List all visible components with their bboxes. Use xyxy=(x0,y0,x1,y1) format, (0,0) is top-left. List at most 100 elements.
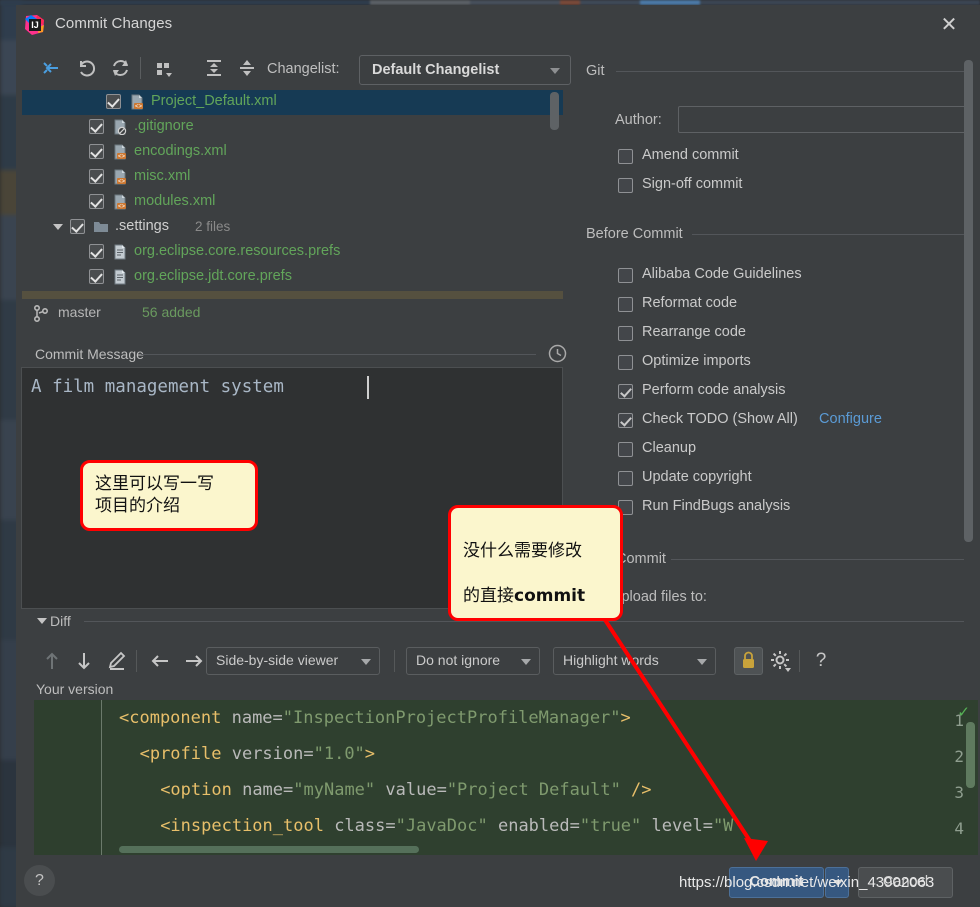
changed-files-tree[interactable]: <> Project_Default.xml .gitignore <> enc… xyxy=(22,90,563,295)
file-checkbox[interactable] xyxy=(70,219,85,234)
refresh-icon[interactable] xyxy=(108,56,134,80)
code-line: <component name="InspectionProjectProfil… xyxy=(119,708,631,728)
file-checkbox[interactable] xyxy=(106,94,121,109)
checkbox-label: Rearrange code xyxy=(642,324,746,340)
rollback-icon[interactable] xyxy=(74,56,100,80)
branch-status-bar: master 56 added xyxy=(33,303,574,325)
file-checkbox[interactable] xyxy=(89,244,104,259)
edit-source-icon[interactable] xyxy=(105,649,129,673)
table-row[interactable]: .gitignore xyxy=(22,115,563,140)
xml-file-icon: <> xyxy=(112,144,128,160)
checkbox-box[interactable] xyxy=(618,442,633,457)
svg-text:<>: <> xyxy=(135,104,143,110)
checkbox-label: Run FindBugs analysis xyxy=(642,498,791,514)
line-number-gutter xyxy=(34,700,101,855)
code-line: <inspection_tool class="JavaDoc" enabled… xyxy=(160,816,734,836)
commit-message-text: A film management system xyxy=(31,377,284,397)
highlight-mode-dropdown[interactable]: Highlight words xyxy=(553,647,716,675)
file-name: modules.xml xyxy=(134,193,216,209)
whitespace-value: Do not ignore xyxy=(416,652,501,668)
accept-left-icon[interactable] xyxy=(148,649,172,673)
collapse-all-icon[interactable] xyxy=(234,56,260,80)
commit-section-title: Commit xyxy=(616,551,666,567)
file-checkbox[interactable] xyxy=(89,119,104,134)
changelist-combobox[interactable]: Default Changelist xyxy=(359,55,571,85)
table-row[interactable]: <> misc.xml xyxy=(22,165,563,190)
table-row[interactable]: org.eclipse.core.resources.prefs xyxy=(22,240,563,265)
accept-right-icon[interactable] xyxy=(182,649,206,673)
commit-section-divider xyxy=(671,559,964,560)
table-row[interactable]: <> modules.xml xyxy=(22,190,563,215)
checkbox-box[interactable] xyxy=(618,297,633,312)
checkbox-box[interactable] xyxy=(618,268,633,283)
lock-icon[interactable] xyxy=(734,647,763,675)
viewer-mode-dropdown[interactable]: Side-by-side viewer xyxy=(206,647,380,675)
file-checkbox[interactable] xyxy=(89,269,104,284)
tree-scrollbar[interactable] xyxy=(550,92,559,130)
git-section-title: Git xyxy=(586,63,605,79)
checkbox-box[interactable] xyxy=(618,384,633,399)
checkbox-box[interactable] xyxy=(618,149,633,164)
toolbar-separator xyxy=(140,57,141,79)
checkbox-label: Check TODO (Show All) xyxy=(642,411,798,427)
group-by-icon[interactable] xyxy=(151,56,177,80)
table-row[interactable]: <> encodings.xml xyxy=(22,140,563,165)
table-row[interactable]: org.eclipse.jdt.core.prefs xyxy=(22,265,563,290)
watermark-url: https://blog.csdn.net/weixin_43902063 xyxy=(679,874,935,891)
expand-all-icon[interactable] xyxy=(201,56,227,80)
code-vertical-scrollbar[interactable] xyxy=(966,722,975,788)
close-icon[interactable]: ✕ xyxy=(936,13,962,37)
svg-text:IJ: IJ xyxy=(31,20,39,30)
gear-icon[interactable] xyxy=(769,649,793,673)
file-name: org.eclipse.core.resources.prefs xyxy=(134,243,341,259)
history-clock-icon[interactable] xyxy=(548,344,567,363)
checkbox-label: Reformat code xyxy=(642,295,738,311)
options-scrollbar[interactable] xyxy=(964,60,973,542)
git-branch-icon xyxy=(33,304,49,323)
diff-section-title: Diff xyxy=(50,613,71,629)
author-input[interactable] xyxy=(678,106,971,133)
table-row[interactable]: <> Project_Default.xml xyxy=(22,90,563,115)
folder-icon xyxy=(93,219,109,235)
tree-expander-icon[interactable] xyxy=(53,224,63,230)
highlight-mode-value: Highlight words xyxy=(563,652,659,668)
file-checkbox[interactable] xyxy=(89,144,104,159)
line-number: 4 xyxy=(954,819,964,838)
xml-file-icon: <> xyxy=(129,94,145,110)
annotation-callout-commit: 没什么需要修改 的直接commit xyxy=(448,505,623,621)
checkbox-box[interactable] xyxy=(618,355,633,370)
previous-difference-icon[interactable] xyxy=(40,649,64,673)
svg-text:<>: <> xyxy=(118,154,126,160)
prefs-file-icon xyxy=(112,269,128,285)
svg-text:<>: <> xyxy=(118,204,126,210)
file-checkbox[interactable] xyxy=(89,194,104,209)
your-version-label: Your version xyxy=(36,681,114,697)
question-mark-icon[interactable]: ? xyxy=(809,649,833,673)
checkbox-box[interactable] xyxy=(618,471,633,486)
checkbox-box[interactable] xyxy=(618,326,633,341)
svg-text:<>: <> xyxy=(118,179,126,185)
upload-files-label: Upload files to: xyxy=(611,589,707,605)
text-caret xyxy=(367,376,369,399)
file-checkbox[interactable] xyxy=(89,169,104,184)
configure-link[interactable]: Configure xyxy=(819,411,882,427)
code-horizontal-scrollbar[interactable] xyxy=(119,846,419,853)
file-count: 2 files xyxy=(195,219,231,234)
chevron-down-icon[interactable] xyxy=(37,618,47,624)
before-commit-divider xyxy=(692,234,964,235)
diff-code-viewer[interactable]: 1 <component name="InspectionProjectProfi… xyxy=(34,700,978,855)
help-button[interactable]: ? xyxy=(24,865,55,896)
commit-message-section-title: Commit Message xyxy=(35,346,144,362)
checkbox-label: Alibaba Code Guidelines xyxy=(642,266,802,282)
whitespace-dropdown[interactable]: Do not ignore xyxy=(406,647,540,675)
annotation-callout-commit-line1: 没什么需要修改 xyxy=(463,541,582,562)
file-name: Project_Default.xml xyxy=(151,93,277,109)
next-difference-icon[interactable] xyxy=(72,649,96,673)
checkbox-box[interactable] xyxy=(618,413,633,428)
checkbox-box[interactable] xyxy=(618,178,633,193)
diff-toolbar-separator-3 xyxy=(799,650,800,672)
collapse-to-selection-icon[interactable] xyxy=(38,56,64,80)
table-row[interactable]: .settings 2 files xyxy=(22,215,563,240)
file-name: .gitignore xyxy=(134,118,194,134)
intellij-idea-icon: IJ xyxy=(25,15,45,35)
